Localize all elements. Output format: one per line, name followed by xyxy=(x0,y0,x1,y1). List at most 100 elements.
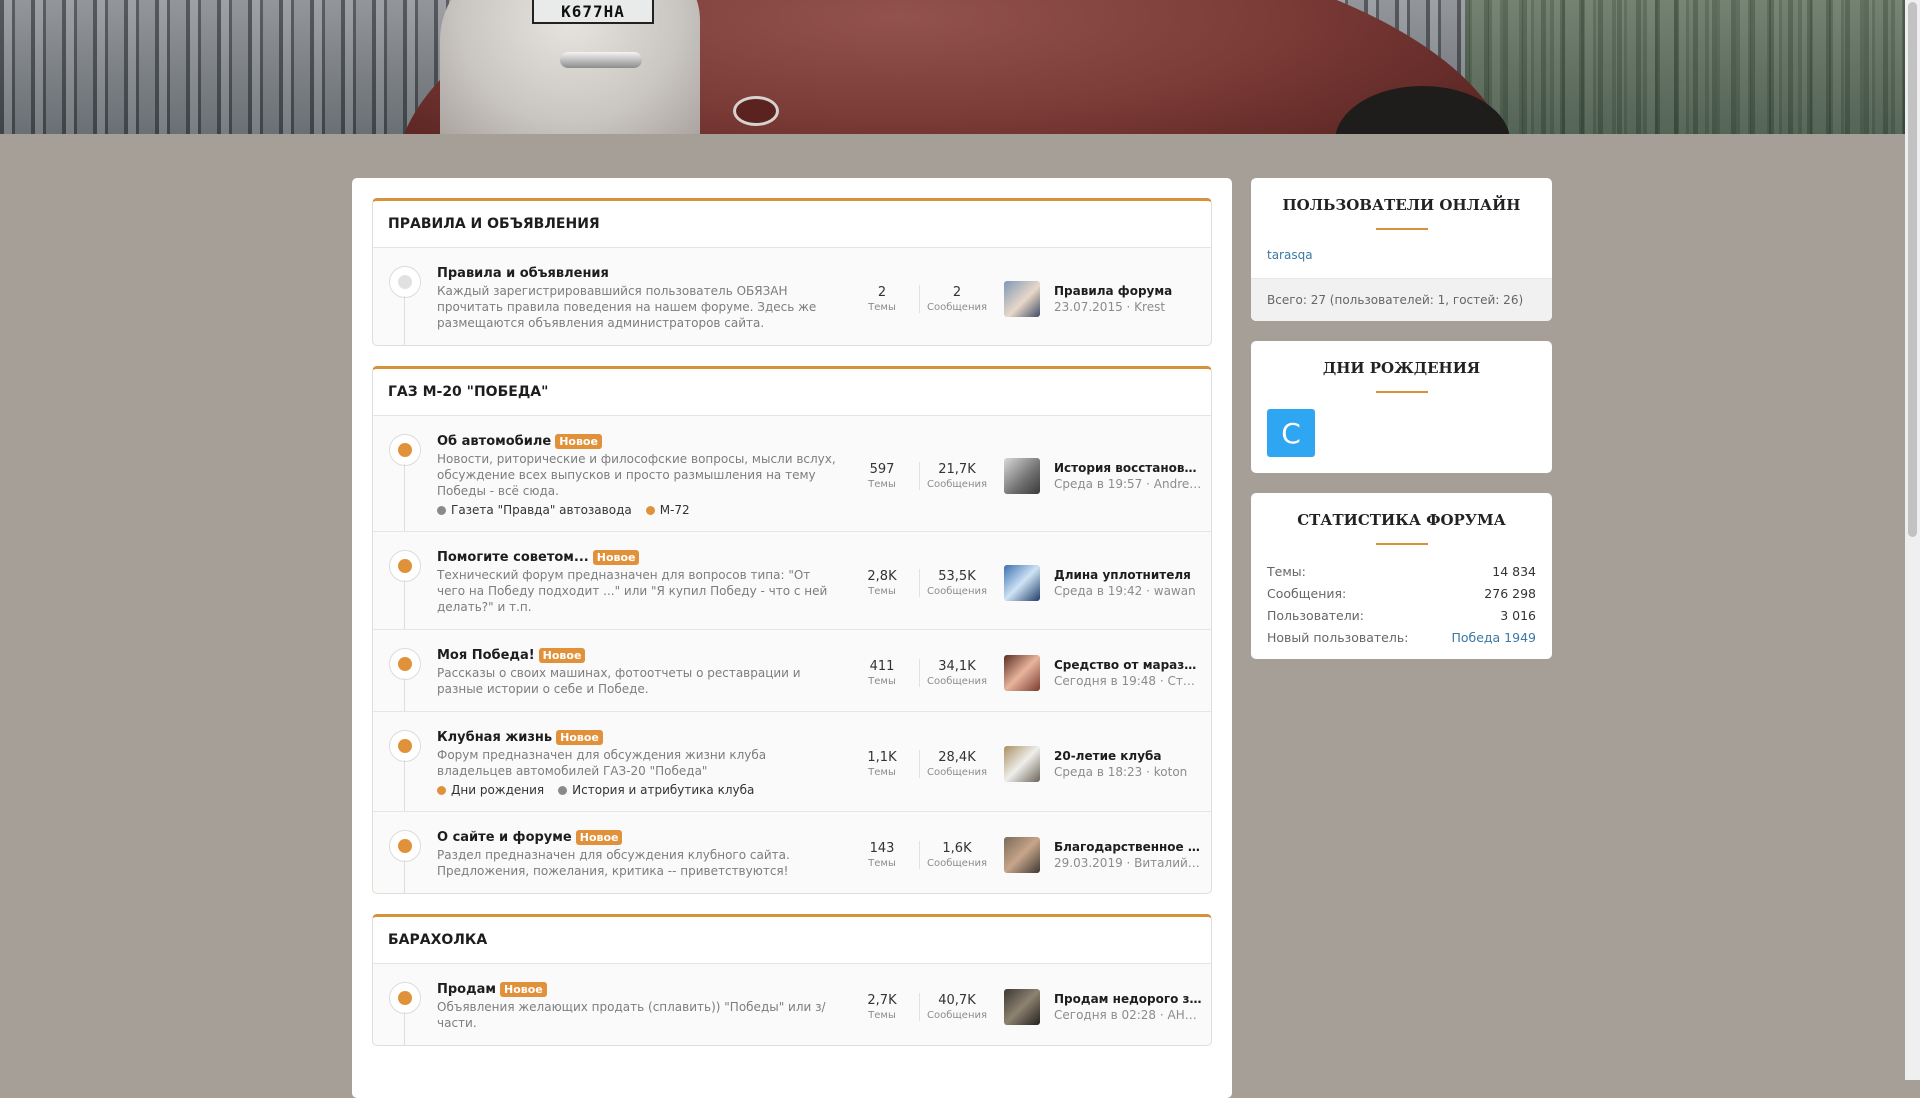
node-main: О сайте и форуме Новое Раздел предназнач… xyxy=(437,830,837,879)
last-post-avatar[interactable] xyxy=(1004,457,1040,494)
messages-stat: 1,6K Сообщения xyxy=(919,840,994,869)
page-scrollbar[interactable] xyxy=(1905,0,1920,1080)
scrollbar-thumb[interactable] xyxy=(1908,2,1917,537)
node-main: Помогите советом... Новое Технический фо… xyxy=(437,550,837,615)
forum-node[interactable]: Помогите советом... Новое Технический фо… xyxy=(373,531,1211,629)
messages-stat: 21,7K Сообщения xyxy=(919,461,994,490)
messages-count: 28,4K xyxy=(938,749,976,765)
last-post-meta[interactable]: Сегодня в 02:28 · АНД... xyxy=(1054,1008,1202,1022)
last-post-meta[interactable]: 29.03.2019 · Виталий 1... xyxy=(1054,856,1202,870)
unread-status-icon xyxy=(389,830,421,862)
last-post-avatar[interactable] xyxy=(1004,836,1040,873)
forum-node[interactable]: О сайте и форуме Новое Раздел предназнач… xyxy=(373,811,1211,893)
last-post-title[interactable]: Благодарственное пис... xyxy=(1054,840,1202,854)
node-title-link[interactable]: Помогите советом... xyxy=(437,550,589,565)
node-title-link[interactable]: О сайте и форуме xyxy=(437,830,572,845)
subforum-link[interactable]: Газета "Правда" автозавода xyxy=(437,503,632,517)
new-badge: Новое xyxy=(500,982,547,997)
category-block: ГАЗ М-20 "Победа" Об автомобиле Новое Но… xyxy=(372,366,1212,894)
node-main: Клубная жизнь Новое Форум предназначен д… xyxy=(437,730,837,797)
unread-status-icon xyxy=(389,730,421,762)
messages-stat: 40,7K Сообщения xyxy=(919,992,994,1021)
last-post-avatar[interactable] xyxy=(1004,280,1040,317)
threads-label: Темы xyxy=(868,675,896,687)
new-badge: Новое xyxy=(555,434,602,449)
subforum-dot-icon xyxy=(645,505,655,515)
messages-count: 21,7K xyxy=(938,461,976,477)
messages-count: 53,5K xyxy=(938,568,976,584)
threads-stat: 2,7K Темы xyxy=(845,993,919,1021)
messages-count: 1,6K xyxy=(942,840,972,856)
messages-count: 2 xyxy=(952,284,962,300)
node-connector xyxy=(404,760,405,811)
birthdays-widget: Дни рождения С xyxy=(1251,341,1552,473)
category-title[interactable]: Правила и объявления xyxy=(373,201,1211,248)
messages-stat: 53,5K Сообщения xyxy=(919,568,994,597)
last-post: Средство от маразма Сегодня в 19:48 · Ст… xyxy=(1004,654,1202,691)
online-users-widget: Пользователи онлайн tarasqa Всего: 27 (п… xyxy=(1251,178,1552,321)
threads-count: 1,1K xyxy=(867,749,897,765)
threads-stat: 143 Темы xyxy=(845,841,919,869)
node-connector xyxy=(404,580,405,629)
last-post-title[interactable]: Длина уплотнителя xyxy=(1054,568,1202,582)
last-post-avatar[interactable] xyxy=(1004,564,1040,601)
forum-node[interactable]: Об автомобиле Новое Новости, риторически… xyxy=(373,416,1211,531)
subforum-link[interactable]: История и атрибутика клуба xyxy=(558,783,754,797)
threads-count: 2,8K xyxy=(867,568,897,584)
subforum-link[interactable]: М-72 xyxy=(645,503,690,517)
widget-title: Дни рождения xyxy=(1322,359,1481,377)
subforum-link[interactable]: Дни рождения xyxy=(437,783,544,797)
node-connector xyxy=(404,1012,405,1045)
last-post-meta[interactable]: Среда в 19:42 · wawan xyxy=(1054,584,1202,598)
last-post-title[interactable]: Средство от маразма xyxy=(1054,658,1202,672)
messages-label: Сообщения xyxy=(926,585,987,597)
new-badge: Новое xyxy=(538,648,586,663)
node-stats: 1,1K Темы 28,4K Сообщения xyxy=(845,749,994,778)
last-post-meta[interactable]: 23.07.2015 · Krest xyxy=(1054,300,1202,314)
widget-title: Статистика форума xyxy=(1297,511,1506,529)
node-stats: 2,7K Темы 40,7K Сообщения xyxy=(845,992,994,1021)
forum-node[interactable]: Правила и объявления Каждый зарегистриро… xyxy=(373,248,1211,345)
banner-car-taillight xyxy=(733,96,779,126)
node-title-link[interactable]: Об автомобиле xyxy=(437,434,551,449)
last-post-title[interactable]: 20-летие клуба xyxy=(1054,749,1202,763)
new-badge: Новое xyxy=(592,550,640,565)
sidebar: Пользователи онлайн tarasqa Всего: 27 (п… xyxy=(1251,178,1552,679)
last-post-avatar[interactable] xyxy=(1004,745,1040,782)
threads-count: 2,7K xyxy=(867,992,897,1008)
forum-node[interactable]: Продам Новое Объявления желающих продать… xyxy=(373,964,1211,1045)
node-title-link[interactable]: Клубная жизнь xyxy=(437,730,552,745)
category-title[interactable]: ГАЗ М-20 "Победа" xyxy=(373,369,1211,416)
category-title[interactable]: Барахолка xyxy=(373,917,1211,964)
node-description: Форум предназначен для обсуждения жизни … xyxy=(437,748,767,778)
banner-car-handle xyxy=(560,52,642,68)
unread-status-icon xyxy=(389,982,421,1014)
last-post-avatar[interactable] xyxy=(1004,988,1040,1025)
threads-count: 411 xyxy=(869,658,895,674)
messages-count: 34,1K xyxy=(938,658,976,674)
newest-user-link[interactable]: Победа 1949 xyxy=(1451,627,1536,649)
messages-label: Сообщения xyxy=(926,301,987,313)
last-post: Благодарственное пис... 29.03.2019 · Вит… xyxy=(1004,836,1202,873)
last-post-meta[interactable]: Среда в 19:57 · Andrey... xyxy=(1054,477,1202,491)
last-post-title[interactable]: Правила форума xyxy=(1054,284,1202,298)
threads-stat: 411 Темы xyxy=(845,659,919,687)
threads-count: 143 xyxy=(869,840,895,856)
node-title-link[interactable]: Продам xyxy=(437,982,496,997)
last-post-title[interactable]: Продам недорого зап... xyxy=(1054,992,1202,1006)
node-title-link[interactable]: Правила и объявления xyxy=(437,266,609,281)
threads-label: Темы xyxy=(868,857,896,869)
online-user-link[interactable]: tarasqa xyxy=(1267,248,1313,262)
forum-node[interactable]: Клубная жизнь Новое Форум предназначен д… xyxy=(373,711,1211,811)
node-title-link[interactable]: Моя Победа! xyxy=(437,648,535,663)
last-post-avatar[interactable] xyxy=(1004,654,1040,691)
node-description: Технический форум предназначен для вопро… xyxy=(437,568,828,614)
messages-count: 40,7K xyxy=(938,992,976,1008)
last-post-meta[interactable]: Сегодня в 19:48 · Стар... xyxy=(1054,674,1202,688)
node-connector xyxy=(404,860,405,893)
forum-node[interactable]: Моя Победа! Новое Рассказы о своих машин… xyxy=(373,629,1211,711)
last-post-title[interactable]: История восстановления... xyxy=(1054,461,1202,475)
birthday-user-avatar[interactable]: С xyxy=(1267,409,1315,457)
stat-row: Новый пользователь: Победа 1949 xyxy=(1267,627,1536,649)
last-post-meta[interactable]: Среда в 18:23 · koton xyxy=(1054,765,1202,779)
